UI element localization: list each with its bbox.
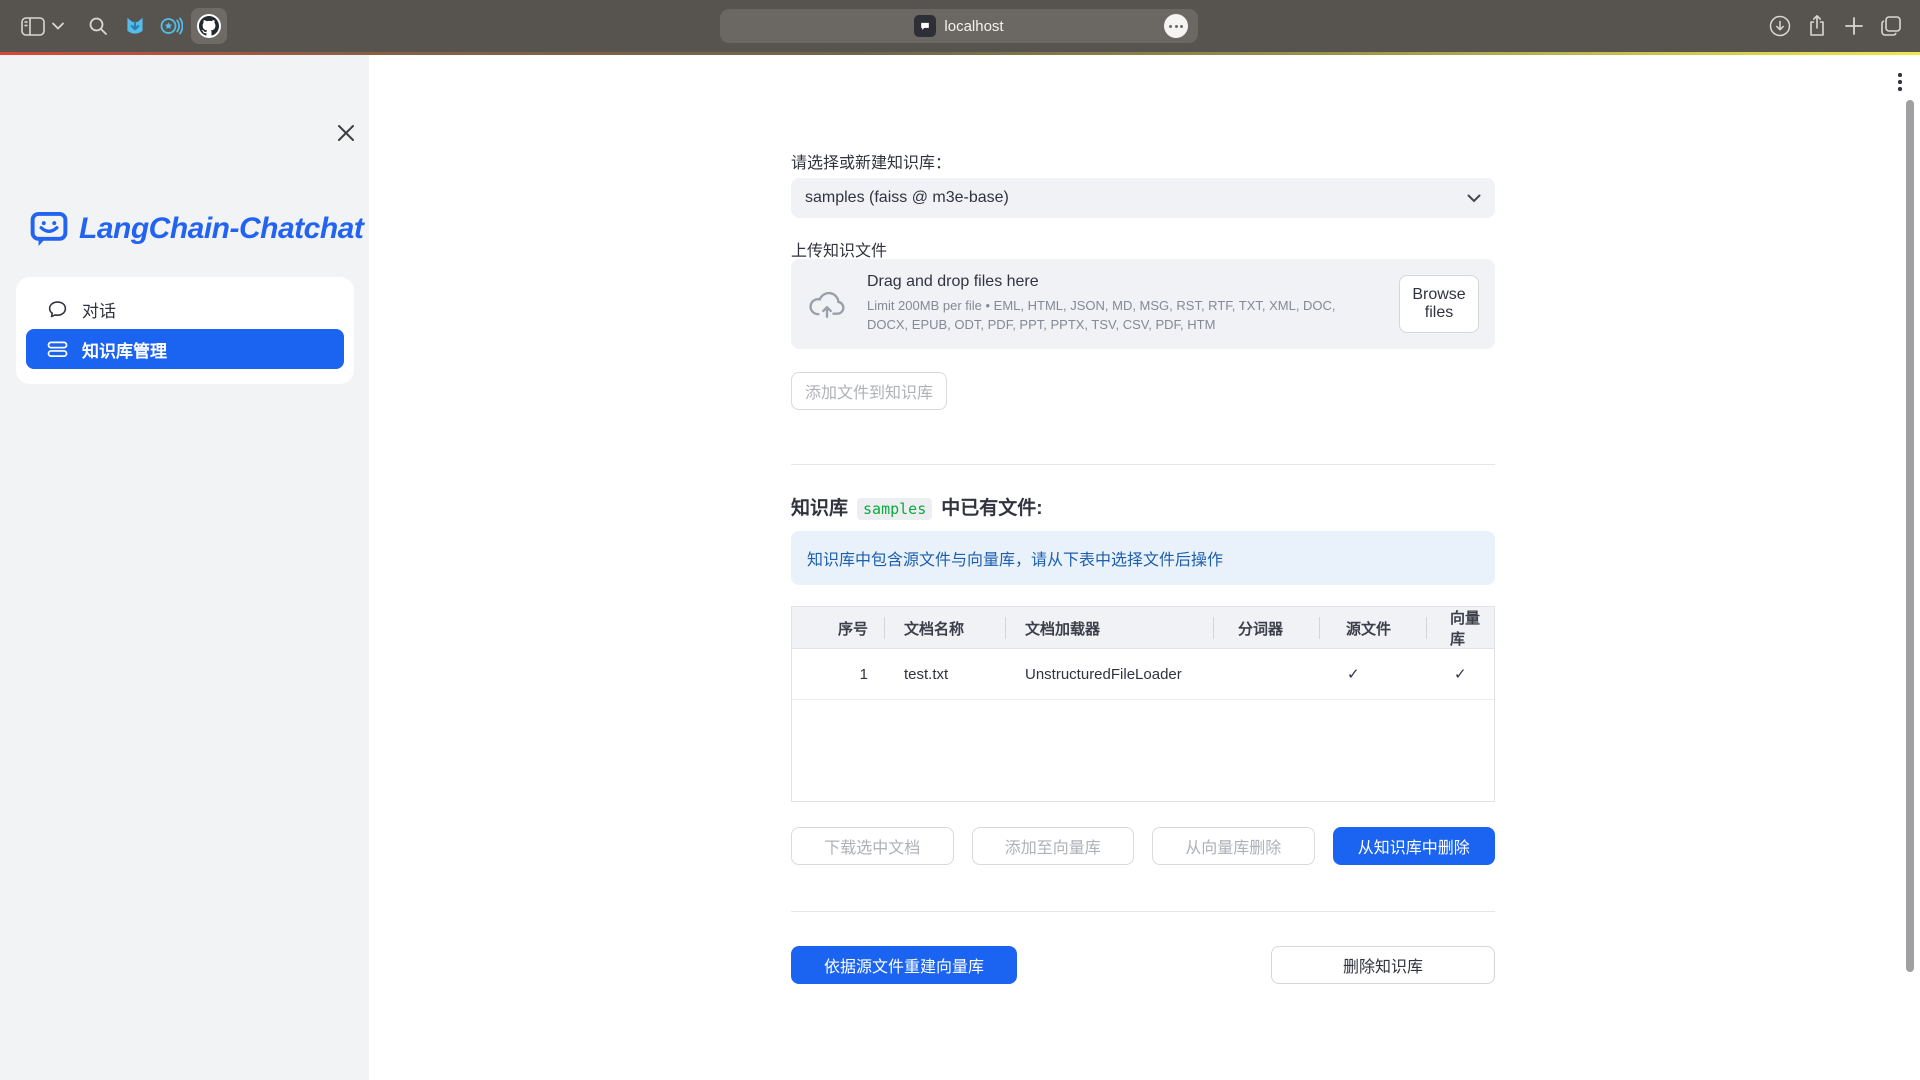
kb-select[interactable]: samples (faiss @ m3e-base) [791,178,1495,218]
heading-suffix: 中已有文件: [941,493,1042,520]
app-logo-text: LangChain-Chatchat [79,212,363,246]
sidebar-nav: 对话 知识库管理 [16,277,354,384]
app-logo: LangChain-Chatchat [30,211,363,247]
ripple-star-extension-icon[interactable] [158,0,184,52]
divider [791,464,1495,465]
sidebar: LangChain-Chatchat 对话 知识库管理 [0,55,369,1080]
chat-bubble-icon [47,299,68,320]
add-to-vector-button[interactable]: 添加至向量库 [972,827,1135,865]
kb-files-table: 序号 文档名称 文档加载器 分词器 源文件 向量库 1 test.txt Uns… [791,606,1495,802]
github-extension-icon[interactable] [191,8,227,44]
sidebar-item-chat[interactable]: 对话 [26,289,344,329]
cell-splitter [1213,649,1319,699]
search-icon[interactable] [86,0,110,52]
heading-prefix: 知识库 [791,493,848,520]
remove-from-vector-button[interactable]: 从向量库删除 [1152,827,1315,865]
rebuild-vector-store-button[interactable]: 依据源文件重建向量库 [791,946,1017,984]
new-tab-icon[interactable] [1842,0,1866,52]
dropzone-hint: Limit 200MB per file • EML, HTML, JSON, … [867,297,1379,335]
col-header-name: 文档名称 [884,607,1005,649]
col-header-splitter: 分词器 [1213,607,1319,649]
col-header-loader: 文档加载器 [1005,607,1213,649]
divider [791,911,1495,912]
screen: localhost [0,0,1920,1080]
ellipsis-icon[interactable] [1164,14,1188,38]
sidebar-close-icon[interactable] [330,117,362,149]
cell-doc-name: test.txt [884,649,1005,699]
browse-files-button[interactable]: Browse files [1399,275,1479,333]
kb-stack-icon [47,340,68,359]
sidebar-item-label: 对话 [82,297,116,322]
col-header-vector: 向量库 [1426,607,1494,649]
app-menu-icon[interactable] [1890,67,1910,97]
file-dropzone[interactable]: Drag and drop files here Limit 200MB per… [791,259,1495,349]
table-row[interactable]: 1 test.txt UnstructuredFileLoader ✓ ✓ [792,649,1494,700]
page-favicon [914,15,936,37]
github-logo [197,14,221,38]
col-header-index: 序号 [792,607,884,649]
scrollbar[interactable] [1906,100,1914,972]
delete-kb-button[interactable]: 删除知识库 [1271,946,1495,984]
chatchat-logo-icon [30,211,68,247]
kb-files-heading: 知识库 samples 中已有文件: [791,493,1043,520]
cell-loader: UnstructuredFileLoader [1005,649,1213,699]
upload-label: 上传知识文件 [791,237,887,261]
cell-vector-check: ✓ [1426,649,1494,699]
dropzone-title: Drag and drop files here [867,273,1379,291]
info-alert-text: 知识库中包含源文件与向量库，请从下表中选择文件后操作 [807,546,1223,570]
col-header-source: 源文件 [1319,607,1426,649]
select-chevron-down-icon [1467,194,1481,203]
sidebar-toggle-icon[interactable] [20,0,46,52]
sidebar-item-kb-management[interactable]: 知识库管理 [26,329,344,369]
download-selected-button[interactable]: 下载选中文档 [791,827,954,865]
chevron-down-icon[interactable] [50,0,66,52]
kb-name-code: samples [857,498,932,520]
cell-index: 1 [792,649,884,699]
cell-source-check: ✓ [1319,649,1426,699]
add-files-to-kb-button[interactable]: 添加文件到知识库 [791,372,947,410]
kb-select-label: 请选择或新建知识库： [791,149,951,173]
browser-toolbar: localhost [0,0,1920,52]
cloud-upload-icon [807,289,847,319]
main-content: 请选择或新建知识库： samples (faiss @ m3e-base) 上传… [369,55,1920,1080]
sidebar-item-label: 知识库管理 [82,337,167,362]
table-header-row: 序号 文档名称 文档加载器 分词器 源文件 向量库 [792,607,1494,649]
info-alert: 知识库中包含源文件与向量库，请从下表中选择文件后操作 [791,531,1495,585]
address-bar[interactable]: localhost [720,9,1198,43]
address-url: localhost [944,18,1003,35]
delete-from-kb-button[interactable]: 从知识库中删除 [1333,827,1496,865]
file-actions: 下载选中文档 添加至向量库 从向量库删除 从知识库中删除 [791,827,1495,865]
dropzone-text: Drag and drop files here Limit 200MB per… [867,273,1379,335]
tab-overview-icon[interactable] [1878,0,1904,52]
download-icon[interactable] [1768,0,1792,52]
kb-select-value: samples (faiss @ m3e-base) [805,189,1467,207]
share-icon[interactable] [1805,0,1829,52]
cat-extension-icon[interactable] [123,0,147,52]
